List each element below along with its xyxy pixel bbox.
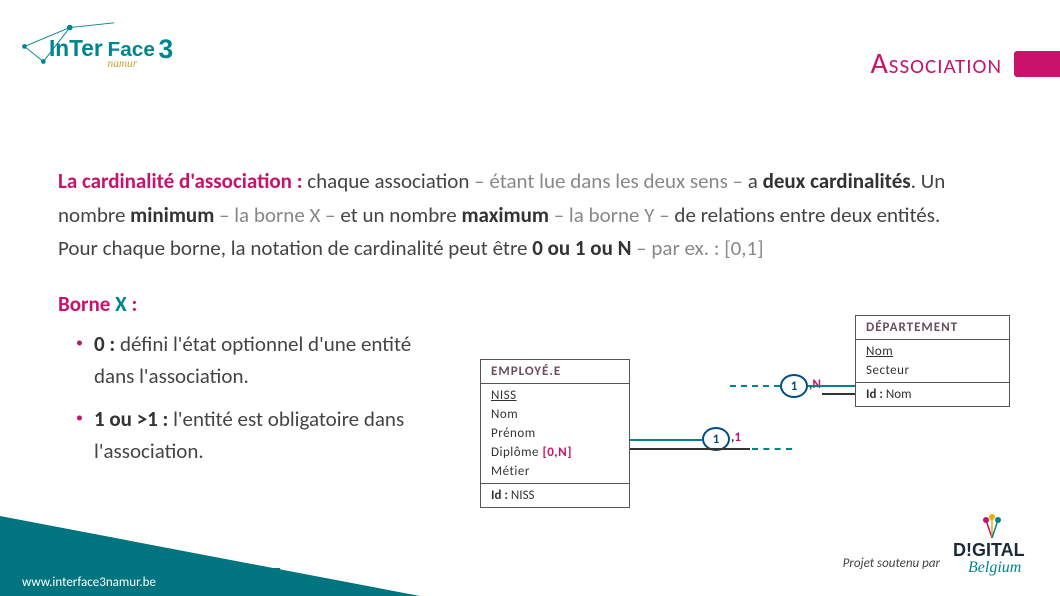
footer-url: www.interface3namur.be bbox=[22, 575, 156, 590]
footer-url-bar: www.interface3namur.be bbox=[0, 568, 280, 596]
projet-soutenu: Projet soutenu par bbox=[843, 556, 940, 571]
text: NISS bbox=[491, 388, 517, 403]
title-accent-block bbox=[1014, 51, 1060, 77]
attr-nom: Nom bbox=[481, 405, 629, 424]
text: Borne bbox=[58, 291, 115, 317]
text-grey: – la borne X – bbox=[214, 202, 340, 228]
cardinality-inline: [0,N] bbox=[542, 445, 571, 460]
logo-interface3: InTer Face 3 namur bbox=[15, 20, 185, 82]
page-title-bar: Association bbox=[870, 45, 1060, 82]
borne-item-1: 1 ou >1 : l'entité est obligatoire dans … bbox=[76, 404, 438, 467]
entity-title: EMPLOYÉ.E bbox=[481, 360, 629, 384]
attr-secteur: Secteur bbox=[856, 361, 1009, 380]
borne-list: 0 : défini l'état optionnel d'une entité… bbox=[58, 329, 438, 467]
assoc-line bbox=[822, 393, 855, 395]
text-grey: – étant lue dans les deux sens – bbox=[474, 168, 748, 194]
text: 1 bbox=[713, 432, 720, 447]
entity-attributes: Nom Secteur bbox=[856, 340, 1009, 382]
text: Id : bbox=[491, 488, 511, 503]
text-bold: maximum bbox=[461, 202, 549, 228]
text: : bbox=[127, 291, 138, 317]
svg-text:3: 3 bbox=[159, 34, 174, 64]
text: 1 bbox=[734, 430, 741, 445]
assoc-line bbox=[630, 439, 702, 441]
entity-id: Id : NISS bbox=[481, 483, 629, 507]
text: chaque association bbox=[307, 168, 474, 194]
paragraph-cardinality: La cardinalité d'association : chaque as… bbox=[58, 165, 958, 266]
attr-nom: Nom bbox=[856, 342, 1009, 361]
text: 1 bbox=[791, 379, 798, 394]
digital-text: D!GITAL bbox=[953, 540, 1025, 560]
borne-item-0: 0 : défini l'état optionnel d'une entité… bbox=[76, 329, 438, 392]
attr-metier: Métier bbox=[481, 462, 629, 481]
entity-attributes: NISS Nom Prénom Diplôme [0,N] Métier bbox=[481, 384, 629, 483]
text: NISS bbox=[511, 488, 535, 503]
attr-diplome: Diplôme [0,N] bbox=[481, 443, 629, 462]
er-diagram: EMPLOYÉ.E NISS Nom Prénom Diplôme [0,N] … bbox=[480, 315, 1040, 545]
text-bold: minimum bbox=[130, 202, 214, 228]
assoc-line bbox=[808, 385, 855, 387]
logo-digital-belgium: D!GITAL Belgium bbox=[950, 514, 1035, 584]
cardinality-circle: 1 bbox=[780, 374, 808, 398]
text: Nom bbox=[866, 344, 893, 359]
page-title: Association bbox=[870, 45, 1002, 82]
text-bold: 1 ou >1 : bbox=[94, 406, 173, 432]
text: Nom bbox=[886, 387, 912, 402]
text-bold: deux cardinalités bbox=[763, 168, 911, 194]
text: défini l'état optionnel d'une entité dan… bbox=[94, 331, 411, 389]
text-grey: – par ex. : [0,1] bbox=[631, 235, 763, 261]
svg-text:namur: namur bbox=[108, 58, 138, 70]
assoc-line-dashed bbox=[752, 448, 792, 450]
assoc-line bbox=[630, 448, 750, 450]
attr-prenom: Prénom bbox=[481, 424, 629, 443]
entity-title: DÉPARTEMENT bbox=[856, 316, 1009, 340]
text-grey: – la borne Y – bbox=[549, 202, 674, 228]
entity-employee: EMPLOYÉ.E NISS Nom Prénom Diplôme [0,N] … bbox=[480, 359, 630, 508]
text: a bbox=[748, 168, 763, 194]
assoc-line-dashed bbox=[730, 385, 780, 387]
entity-id: Id : Nom bbox=[856, 382, 1009, 406]
attr-niss: NISS bbox=[481, 386, 629, 405]
borne-x-heading: Borne X : bbox=[58, 288, 438, 322]
text: et un nombre bbox=[340, 202, 461, 228]
belgium-text: Belgium bbox=[968, 559, 1021, 576]
text-bold: 0 : bbox=[94, 331, 120, 357]
text: Id : bbox=[866, 387, 886, 402]
text: X bbox=[115, 291, 127, 317]
cardinality-after: ,1 bbox=[731, 430, 741, 445]
lead-phrase: La cardinalité d'association : bbox=[58, 168, 307, 194]
entity-department: DÉPARTEMENT Nom Secteur Id : Nom bbox=[855, 315, 1010, 407]
text: Diplôme bbox=[491, 445, 539, 460]
borne-x-section: Borne X : 0 : défini l'état optionnel d'… bbox=[58, 288, 438, 468]
svg-text:InTer: InTer bbox=[49, 35, 103, 61]
text-bold: 0 ou 1 ou N bbox=[532, 235, 631, 261]
